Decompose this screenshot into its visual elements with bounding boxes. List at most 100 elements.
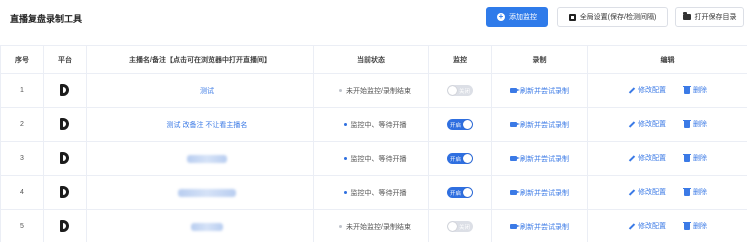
delete-button[interactable]: 删除 — [683, 153, 707, 163]
pencil-icon — [628, 223, 635, 230]
streamer-name-link[interactable]: 测试 — [200, 88, 214, 95]
global-settings-button[interactable]: 全局设置(保存/检测间隔) — [557, 7, 668, 27]
row-index: 3 — [0, 141, 44, 176]
edit-config-button[interactable]: 修改配置 — [628, 85, 666, 95]
delete-button[interactable]: 删除 — [683, 221, 707, 231]
monitor-cell: 关闭 — [428, 73, 492, 108]
toggle-knob — [448, 86, 457, 95]
status-text: 监控中、等待开播 — [350, 121, 407, 129]
monitor-cell: 关闭 — [428, 209, 492, 242]
streams-table: 序号 平台 主播名/备注【点击可在浏览器中打开直播间】 当前状态 监控 录制 编… — [0, 45, 747, 242]
status-cell: 监控中、等待开播 — [313, 175, 429, 210]
edit-config-label: 修改配置 — [638, 121, 666, 129]
table-header-row: 序号 平台 主播名/备注【点击可在浏览器中打开直播间】 当前状态 监控 录制 编… — [0, 45, 747, 74]
toggle-label: 开启 — [450, 156, 462, 163]
delete-label: 删除 — [693, 155, 707, 163]
streamer-name-link[interactable]: 测试 改备注 不让看主播名 — [167, 122, 248, 129]
refresh-record-label: 刷新并尝试录制 — [520, 121, 569, 129]
edit-config-label: 修改配置 — [638, 189, 666, 197]
table-row: 5 未开始监控/录制结束 关闭 刷新并尝试录制 修改配置 删除 — [0, 209, 747, 242]
refresh-record-label: 刷新并尝试录制 — [520, 155, 569, 163]
refresh-record-label: 刷新并尝试录制 — [520, 223, 569, 231]
header-name: 主播名/备注【点击可在浏览器中打开直播间】 — [86, 45, 314, 74]
add-monitor-button[interactable]: + 添加监控 — [486, 7, 548, 27]
edit-cell: 修改配置 删除 — [587, 141, 747, 176]
video-camera-icon — [510, 224, 520, 229]
delete-label: 删除 — [693, 87, 707, 95]
plus-circle-icon: + — [497, 12, 505, 21]
header-platform: 平台 — [43, 45, 87, 74]
edit-config-label: 修改配置 — [638, 223, 666, 231]
toggle-label: 开启 — [450, 190, 462, 197]
record-cell: 刷新并尝试录制 — [491, 175, 588, 210]
pencil-icon — [628, 189, 635, 196]
toggle-label: 开启 — [450, 122, 462, 129]
row-index: 4 — [0, 175, 44, 210]
video-camera-icon — [510, 122, 520, 127]
title-bar: 直播复盘录制工具 + 添加监控 全局设置(保存/检测间隔) 打开保存目录 — [0, 0, 747, 34]
edit-config-label: 修改配置 — [638, 155, 666, 163]
trash-icon — [683, 85, 691, 94]
douyin-logo-icon — [60, 219, 70, 232]
douyin-logo-icon — [60, 83, 70, 96]
status-cell: 未开始监控/录制结束 — [313, 209, 429, 242]
refresh-record-button[interactable]: 刷新并尝试录制 — [510, 222, 569, 232]
streamer-name-cell[interactable] — [86, 175, 314, 210]
video-camera-icon — [510, 190, 520, 195]
record-cell: 刷新并尝试录制 — [491, 73, 588, 108]
folder-icon — [682, 12, 691, 20]
toggle-knob — [463, 154, 472, 163]
delete-button[interactable]: 删除 — [683, 119, 707, 129]
row-index: 2 — [0, 107, 44, 142]
delete-label: 删除 — [693, 223, 707, 231]
status-cell: 未开始监控/录制结束 — [313, 73, 429, 108]
refresh-record-button[interactable]: 刷新并尝试录制 — [510, 120, 569, 130]
edit-config-button[interactable]: 修改配置 — [628, 153, 666, 163]
edit-cell: 修改配置 删除 — [587, 209, 747, 242]
delete-button[interactable]: 删除 — [683, 187, 707, 197]
status-text: 未开始监控/录制结束 — [346, 87, 411, 95]
streamer-name-cell[interactable] — [86, 141, 314, 176]
pencil-icon — [628, 155, 635, 162]
douyin-logo-icon — [60, 185, 70, 198]
toggle-knob — [463, 188, 472, 197]
monitor-toggle[interactable]: 关闭 — [447, 221, 473, 232]
refresh-record-button[interactable]: 刷新并尝试录制 — [510, 188, 569, 198]
monitor-toggle[interactable]: 开启 — [447, 153, 473, 164]
refresh-record-button[interactable]: 刷新并尝试录制 — [510, 86, 569, 96]
open-folder-button[interactable]: 打开保存目录 — [675, 7, 744, 27]
status-dot — [339, 225, 343, 229]
edit-config-button[interactable]: 修改配置 — [628, 221, 666, 231]
header-edit: 编辑 — [587, 45, 747, 74]
douyin-logo-icon — [60, 117, 70, 130]
delete-label: 删除 — [693, 121, 707, 129]
pencil-icon — [628, 121, 635, 128]
table-body: 1 测试 未开始监控/录制结束 关闭 刷新并尝试录制 修改配置 删除 2 测试 改备注 不让看主… — [0, 73, 747, 242]
toggle-knob — [448, 222, 457, 231]
toggle-knob — [463, 120, 472, 129]
monitor-toggle[interactable]: 开启 — [447, 187, 473, 198]
delete-button[interactable]: 删除 — [683, 85, 707, 95]
add-monitor-label: 添加监控 — [509, 14, 537, 21]
monitor-toggle[interactable]: 关闭 — [447, 85, 473, 96]
platform-cell — [43, 175, 87, 210]
header-record: 录制 — [491, 45, 588, 74]
refresh-record-button[interactable]: 刷新并尝试录制 — [510, 154, 569, 164]
header-status: 当前状态 — [313, 45, 429, 74]
video-camera-icon — [510, 156, 520, 161]
edit-config-button[interactable]: 修改配置 — [628, 187, 666, 197]
edit-config-button[interactable]: 修改配置 — [628, 119, 666, 129]
edit-cell: 修改配置 删除 — [587, 73, 747, 108]
header-monitor: 监控 — [428, 45, 492, 74]
monitor-toggle[interactable]: 开启 — [447, 119, 473, 130]
status-dot — [343, 123, 347, 127]
table-row: 1 测试 未开始监控/录制结束 关闭 刷新并尝试录制 修改配置 删除 — [0, 73, 747, 108]
refresh-record-label: 刷新并尝试录制 — [520, 189, 569, 197]
streamer-name-cell[interactable]: 测试 改备注 不让看主播名 — [86, 107, 314, 142]
record-cell: 刷新并尝试录制 — [491, 209, 588, 242]
streamer-name-cell[interactable] — [86, 209, 314, 242]
toggle-label: 关闭 — [458, 88, 470, 95]
delete-label: 删除 — [693, 189, 707, 197]
redacted-name — [187, 154, 227, 163]
streamer-name-cell[interactable]: 测试 — [86, 73, 314, 108]
